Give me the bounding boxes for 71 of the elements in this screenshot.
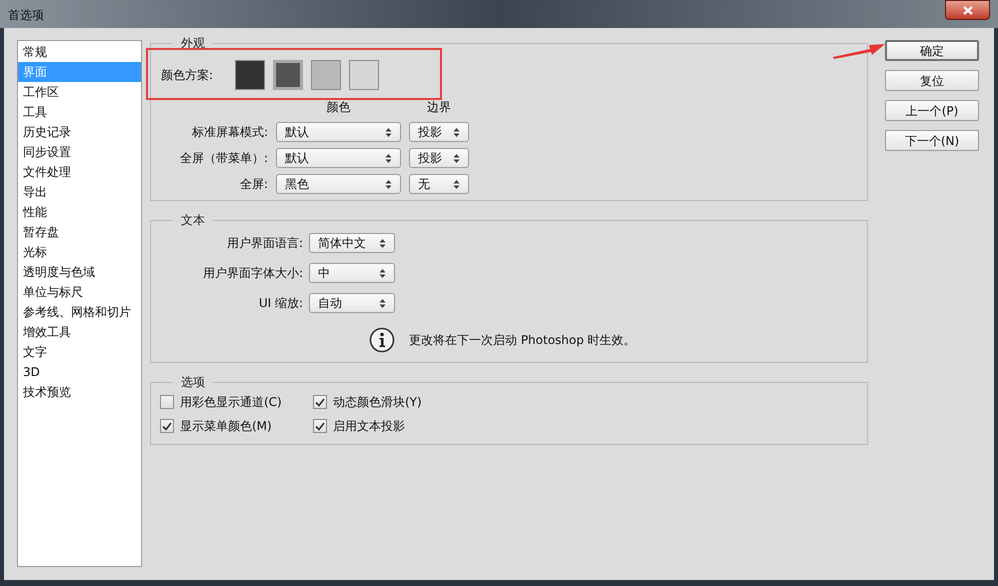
field-label: UI 缩放: xyxy=(258,295,303,312)
check-icon xyxy=(315,422,325,430)
dropdown[interactable]: 投影 xyxy=(409,122,469,142)
dropdown[interactable]: 中 xyxy=(309,263,395,283)
category-item[interactable]: 同步设置 xyxy=(18,142,141,162)
category-item[interactable]: 工具 xyxy=(18,102,141,122)
field-label: 用户界面语言: xyxy=(226,235,303,252)
check-icon xyxy=(315,398,325,406)
dropdown[interactable]: 简体中文 xyxy=(309,233,395,253)
window-title: 首选项 xyxy=(8,7,44,24)
category-item[interactable]: 常规 xyxy=(18,42,141,62)
checkbox-option[interactable]: 动态颜色滑块(Y) xyxy=(313,393,513,411)
dialog-button[interactable]: 复位 xyxy=(885,70,979,91)
category-item[interactable]: 技术预览 xyxy=(18,382,141,402)
checkbox[interactable] xyxy=(313,395,327,409)
up-down-caret-icon xyxy=(385,126,392,138)
field-label: 标准屏幕模式: xyxy=(190,124,268,141)
category-item[interactable]: 参考线、网格和切片 xyxy=(18,302,141,322)
color-swatch[interactable] xyxy=(349,60,379,90)
category-item[interactable]: 工作区 xyxy=(18,82,141,102)
dialog-button[interactable]: 确定 xyxy=(885,40,979,61)
category-item[interactable]: 历史记录 xyxy=(18,122,141,142)
section-title: 文本 xyxy=(180,212,206,229)
field-label: 全屏: xyxy=(238,176,268,193)
category-item[interactable]: 增效工具 xyxy=(18,322,141,342)
info-icon xyxy=(369,327,395,353)
color-swatch[interactable] xyxy=(235,60,265,90)
dialog-button[interactable]: 下一个(N) xyxy=(885,130,979,151)
category-item[interactable]: 透明度与色域 xyxy=(18,262,141,282)
up-down-caret-icon xyxy=(379,268,386,278)
column-header: 边界 xyxy=(426,99,452,116)
up-down-caret-icon xyxy=(379,298,386,308)
checkbox[interactable] xyxy=(160,419,174,433)
section-title: 外观 xyxy=(180,35,206,52)
check-icon xyxy=(162,422,172,430)
field-label: 用户界面字体大小: xyxy=(202,265,303,282)
dropdown[interactable]: 默认 xyxy=(276,122,401,142)
category-item[interactable]: 性能 xyxy=(18,202,141,222)
up-down-caret-icon xyxy=(379,238,386,248)
category-item[interactable]: 3D xyxy=(18,362,141,382)
up-down-caret-icon xyxy=(453,126,460,138)
close-button[interactable] xyxy=(945,0,990,20)
checkbox-option[interactable]: 启用文本投影 xyxy=(313,417,513,435)
up-down-caret-icon xyxy=(453,178,460,190)
category-item[interactable]: 文字 xyxy=(18,342,141,362)
section-title: 选项 xyxy=(180,374,206,391)
checkbox-option[interactable]: 用彩色显示通道(C) xyxy=(160,393,313,411)
color-swatch[interactable] xyxy=(311,60,341,90)
dropdown[interactable]: 默认 xyxy=(276,148,401,168)
close-icon xyxy=(962,6,972,14)
dropdown[interactable]: 无 xyxy=(409,174,469,194)
category-item[interactable]: 单位与标尺 xyxy=(18,282,141,302)
dropdown[interactable]: 黑色 xyxy=(276,174,401,194)
category-item[interactable]: 导出 xyxy=(18,182,141,202)
checkbox-option[interactable]: 显示菜单颜色(M) xyxy=(160,417,313,435)
category-item[interactable]: 暂存盘 xyxy=(18,222,141,242)
color-swatch[interactable] xyxy=(273,60,303,90)
up-down-caret-icon xyxy=(453,152,460,164)
up-down-caret-icon xyxy=(385,178,392,190)
category-item[interactable]: 光标 xyxy=(18,242,141,262)
dialog-button[interactable]: 上一个(P) xyxy=(885,100,979,121)
column-header: 颜色 xyxy=(326,99,352,116)
category-item[interactable]: 文件处理 xyxy=(18,162,141,182)
field-label: 全屏（带菜单）: xyxy=(178,150,268,167)
checkbox[interactable] xyxy=(313,419,327,433)
up-down-caret-icon xyxy=(385,152,392,164)
checkbox[interactable] xyxy=(160,395,174,409)
dropdown[interactable]: 投影 xyxy=(409,148,469,168)
dropdown[interactable]: 自动 xyxy=(309,293,395,313)
field-label: 颜色方案: xyxy=(161,67,214,84)
notice-text: 更改将在下一次启动 Photoshop 时生效。 xyxy=(409,332,636,349)
